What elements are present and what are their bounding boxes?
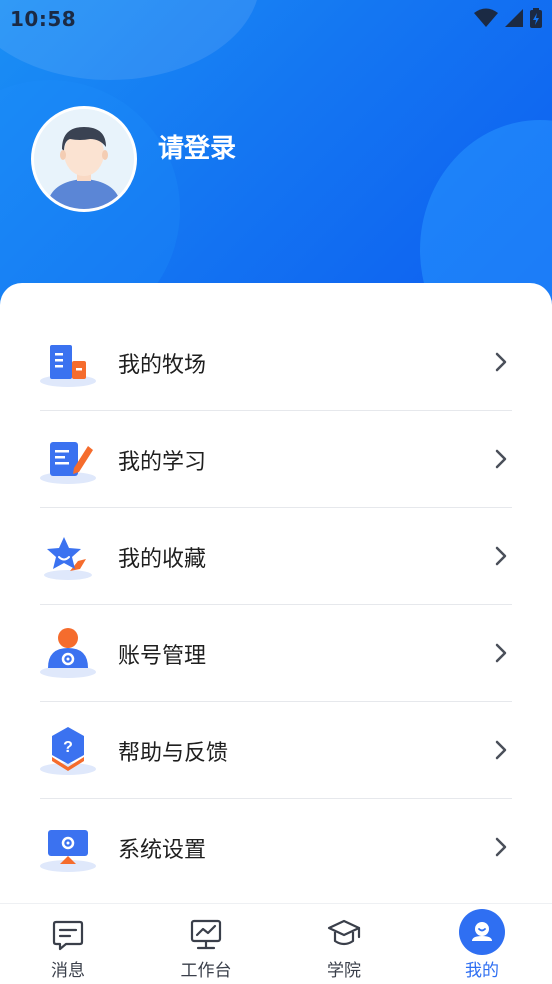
- menu-item-my-study[interactable]: 我的学习: [40, 412, 512, 508]
- tab-label: 工作台: [180, 961, 232, 981]
- workbench-icon: [190, 919, 222, 950]
- menu-item-my-favorites[interactable]: 我的收藏: [40, 509, 512, 605]
- profile-icon: [459, 909, 505, 955]
- tab-messages[interactable]: 消息: [18, 904, 118, 984]
- message-icon: [52, 920, 84, 951]
- chevron-right-icon: [495, 352, 507, 372]
- account-settings-icon: [40, 628, 96, 678]
- menu-item-label: 帮助与反馈: [118, 741, 229, 766]
- status-bar: 10:58: [0, 0, 552, 38]
- login-prompt[interactable]: 请登录: [158, 128, 236, 165]
- battery-icon: [530, 8, 542, 28]
- chevron-right-icon: [495, 643, 507, 663]
- menu-item-label: 我的牧场: [118, 353, 207, 378]
- chevron-right-icon: [495, 449, 507, 469]
- wifi-icon: [474, 8, 498, 27]
- help-feedback-icon: ?: [40, 727, 96, 775]
- farm-building-icon: [40, 345, 96, 387]
- status-icons: [474, 8, 542, 28]
- bottom-tab-bar: 消息 工作台 学院 我的: [0, 903, 552, 984]
- header-decoration: [420, 120, 552, 310]
- menu-item-help-feedback[interactable]: ? 帮助与反馈: [40, 703, 512, 799]
- academy-icon: [327, 919, 361, 946]
- chevron-right-icon: [495, 546, 507, 566]
- tab-profile[interactable]: 我的: [432, 904, 532, 984]
- menu-card: 我的牧场 我的学习 我的收藏 账号管理 ? 帮助与反馈 系统设置: [0, 283, 552, 903]
- chevron-right-icon: [495, 740, 507, 760]
- tab-label: 学院: [327, 961, 361, 981]
- chevron-right-icon: [495, 837, 507, 857]
- signal-icon: [505, 9, 523, 27]
- svg-text:?: ?: [63, 739, 73, 756]
- tab-workbench[interactable]: 工作台: [156, 904, 256, 984]
- user-avatar-icon: [34, 109, 134, 209]
- tab-label: 消息: [51, 961, 85, 981]
- avatar[interactable]: [31, 106, 137, 212]
- tab-academy[interactable]: 学院: [294, 904, 394, 984]
- system-settings-icon: [40, 830, 96, 872]
- menu-item-label: 账号管理: [118, 644, 207, 669]
- menu-item-system-settings[interactable]: 系统设置: [40, 800, 512, 896]
- menu-item-label: 我的收藏: [118, 547, 207, 572]
- menu-item-my-farm[interactable]: 我的牧场: [40, 315, 512, 411]
- menu-item-label: 系统设置: [118, 838, 207, 863]
- menu-item-label: 我的学习: [118, 450, 207, 475]
- profile-header: 10:58 请登录: [0, 0, 552, 310]
- menu-item-account-management[interactable]: 账号管理: [40, 606, 512, 702]
- status-time: 10:58: [10, 7, 77, 31]
- study-notebook-icon: [40, 442, 96, 484]
- tab-label: 我的: [465, 961, 499, 981]
- star-favorite-icon: [44, 537, 92, 580]
